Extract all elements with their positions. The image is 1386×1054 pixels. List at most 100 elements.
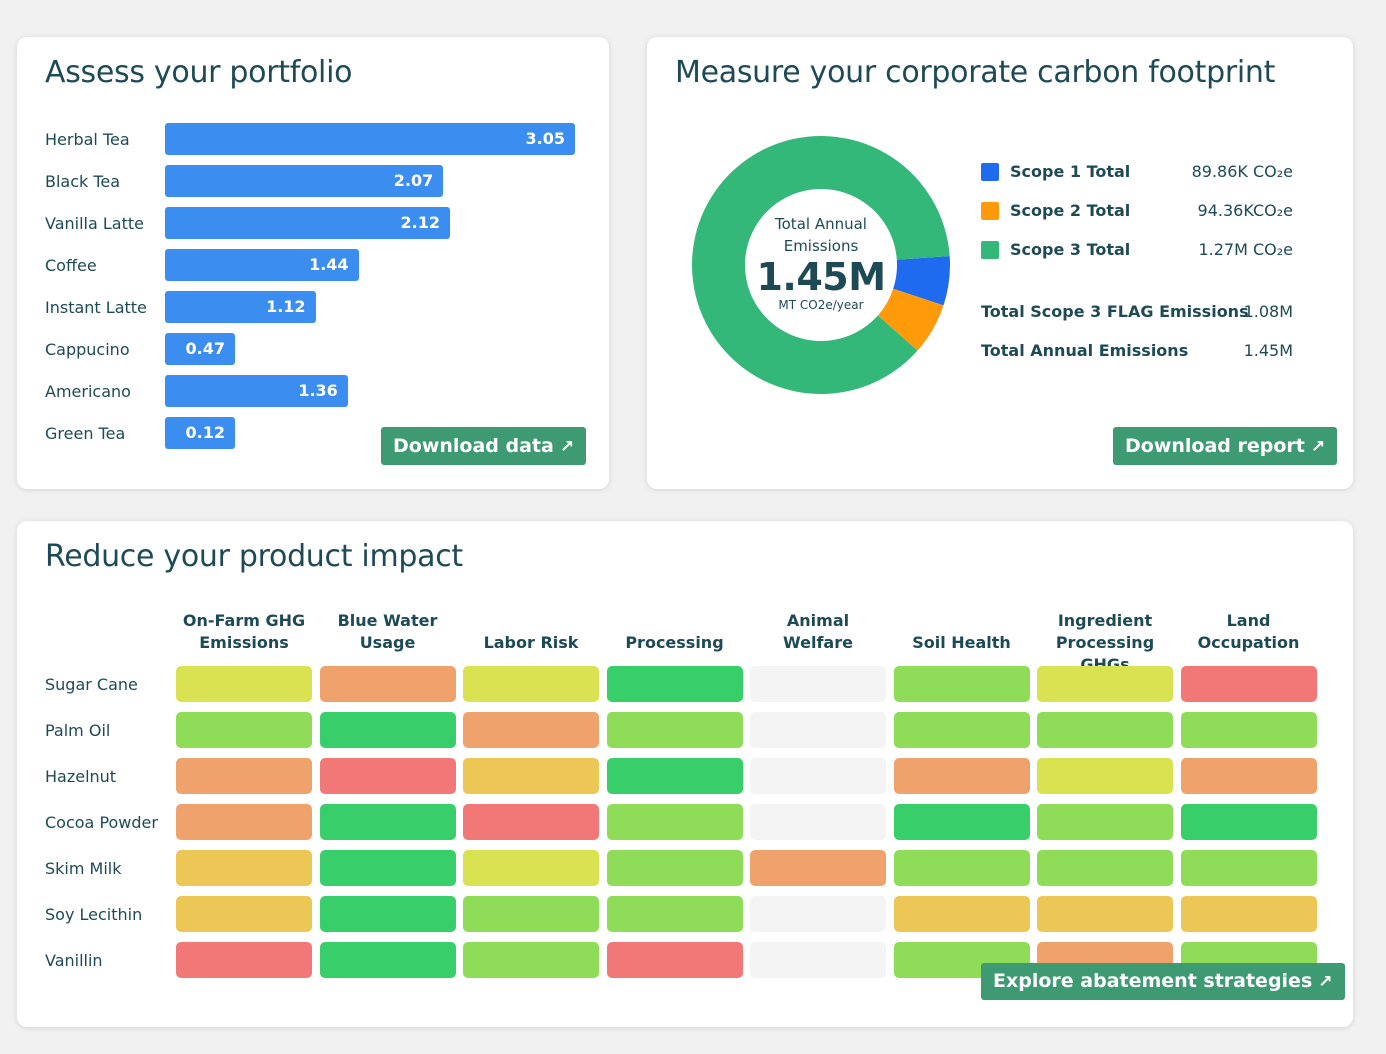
bar[interactable]: 0.12 bbox=[165, 417, 235, 449]
download-report-button[interactable]: Download report ↗ bbox=[1113, 427, 1338, 465]
column-header: On-Farm GHG Emissions bbox=[174, 610, 314, 654]
heatmap-cell[interactable] bbox=[893, 804, 1030, 840]
heatmap-cell[interactable] bbox=[893, 850, 1030, 886]
heatmap-cell[interactable] bbox=[463, 712, 599, 748]
heatmap-cell[interactable] bbox=[750, 712, 886, 748]
column-header: Soil Health bbox=[892, 610, 1032, 654]
heatmap-cell[interactable] bbox=[176, 712, 312, 748]
donut-center-unit: MT CO2e/year bbox=[778, 298, 864, 312]
legend-item: Scope 2 Total 94.36KCO₂e bbox=[981, 200, 1293, 222]
heatmap-cell[interactable] bbox=[893, 666, 1030, 702]
heatmap-cell[interactable] bbox=[606, 758, 743, 794]
explore-abatement-button[interactable]: Explore abatement strategies ↗ bbox=[981, 963, 1345, 1000]
heatmap-cell[interactable] bbox=[750, 666, 886, 702]
heatmap-cell[interactable] bbox=[176, 850, 312, 886]
heatmap-cell[interactable] bbox=[176, 804, 312, 840]
external-arrow-icon: ↗ bbox=[1318, 972, 1333, 992]
row-label: Skim Milk bbox=[45, 859, 122, 878]
heatmap-cell[interactable] bbox=[176, 666, 312, 702]
heatmap-cell[interactable] bbox=[463, 666, 599, 702]
heatmap-cell[interactable] bbox=[463, 850, 599, 886]
total-row: Total Annual Emissions 1.45M bbox=[981, 340, 1293, 362]
heatmap-cell[interactable] bbox=[319, 896, 456, 932]
column-header-line1: Ingredient bbox=[1057, 611, 1153, 630]
heatmap-cell[interactable] bbox=[606, 850, 743, 886]
legend-swatch bbox=[981, 202, 999, 220]
legend-value: 1.27M CO₂e bbox=[1198, 240, 1293, 259]
column-header-line1: Animal bbox=[786, 611, 850, 630]
heatmap-cell[interactable] bbox=[1180, 850, 1317, 886]
heatmap-cell[interactable] bbox=[319, 712, 456, 748]
heatmap-cell[interactable] bbox=[1037, 758, 1173, 794]
heatmap-cell[interactable] bbox=[893, 896, 1030, 932]
bar[interactable]: 1.12 bbox=[165, 291, 316, 323]
legend-label: Scope 2 Total bbox=[1010, 201, 1131, 220]
heatmap-cell[interactable] bbox=[1037, 896, 1173, 932]
column-header-line2: Soil Health bbox=[912, 633, 1011, 652]
heatmap-cell[interactable] bbox=[319, 942, 456, 978]
heatmap-cell[interactable] bbox=[176, 758, 312, 794]
heatmap-cell[interactable] bbox=[176, 896, 312, 932]
heatmap-cell[interactable] bbox=[750, 804, 886, 840]
heatmap-cell[interactable] bbox=[606, 942, 743, 978]
explore-abatement-label: Explore abatement strategies bbox=[993, 970, 1313, 992]
heatmap-cell[interactable] bbox=[606, 666, 743, 702]
download-data-button[interactable]: Download data ↗ bbox=[381, 427, 587, 465]
download-report-label: Download report bbox=[1125, 435, 1305, 457]
heatmap-cell[interactable] bbox=[1180, 804, 1317, 840]
row-label: Soy Lecithin bbox=[45, 905, 143, 924]
external-arrow-icon: ↗ bbox=[1310, 437, 1326, 457]
heatmap-cell[interactable] bbox=[463, 942, 599, 978]
bar[interactable]: 1.36 bbox=[165, 375, 348, 407]
bar-value-label: 1.12 bbox=[266, 297, 306, 316]
bar[interactable]: 1.44 bbox=[165, 249, 359, 281]
impact-title: Reduce your product impact bbox=[45, 539, 463, 574]
row-label: Cocoa Powder bbox=[45, 813, 158, 832]
bar-value-label: 0.12 bbox=[185, 423, 225, 442]
heatmap-cell[interactable] bbox=[1180, 896, 1317, 932]
bar-label: Herbal Tea bbox=[45, 130, 130, 149]
heatmap-cell[interactable] bbox=[750, 850, 886, 886]
heatmap-cell[interactable] bbox=[750, 896, 886, 932]
heatmap-cell[interactable] bbox=[893, 758, 1030, 794]
bar-label: Instant Latte bbox=[45, 298, 147, 317]
legend-item: Scope 1 Total 89.86K CO₂e bbox=[981, 161, 1293, 183]
heatmap-cell[interactable] bbox=[606, 712, 743, 748]
heatmap-cell[interactable] bbox=[176, 942, 312, 978]
heatmap-cell[interactable] bbox=[1180, 758, 1317, 794]
bar[interactable]: 3.05 bbox=[165, 123, 575, 155]
heatmap-cell[interactable] bbox=[463, 804, 599, 840]
heatmap-cell[interactable] bbox=[1180, 666, 1317, 702]
bar-label: Vanilla Latte bbox=[45, 214, 144, 233]
heatmap-cell[interactable] bbox=[893, 712, 1030, 748]
heatmap-cell[interactable] bbox=[1037, 666, 1173, 702]
heatmap-cell[interactable] bbox=[463, 758, 599, 794]
column-header-line2: Usage bbox=[359, 633, 416, 652]
heatmap-cell[interactable] bbox=[319, 666, 456, 702]
heatmap-cell[interactable] bbox=[1037, 712, 1173, 748]
bar[interactable]: 0.47 bbox=[165, 333, 235, 365]
heatmap-cell[interactable] bbox=[319, 850, 456, 886]
heatmap-cell[interactable] bbox=[319, 758, 456, 794]
portfolio-title: Assess your portfolio bbox=[45, 55, 353, 90]
heatmap-cell[interactable] bbox=[606, 804, 743, 840]
bar[interactable]: 2.07 bbox=[165, 165, 444, 197]
heatmap-cell[interactable] bbox=[750, 942, 886, 978]
heatmap-cell[interactable] bbox=[1037, 850, 1173, 886]
heatmap-cell[interactable] bbox=[463, 896, 599, 932]
legend-swatch bbox=[981, 163, 999, 181]
column-header-line1: Blue Water bbox=[337, 611, 438, 630]
bar-label: Coffee bbox=[45, 256, 97, 275]
heatmap-cell[interactable] bbox=[1037, 804, 1173, 840]
bar-label: Green Tea bbox=[45, 424, 126, 443]
total-row: Total Scope 3 FLAG Emissions 1.08M bbox=[981, 301, 1293, 323]
heatmap-cell[interactable] bbox=[319, 804, 456, 840]
heatmap-cell[interactable] bbox=[1180, 712, 1317, 748]
total-value: 1.45M bbox=[1243, 341, 1293, 360]
column-header-line2: Processing bbox=[625, 633, 724, 652]
heatmap-cell[interactable] bbox=[606, 896, 743, 932]
total-value: 1.08M bbox=[1243, 302, 1293, 321]
column-header: Processing bbox=[605, 610, 745, 654]
bar[interactable]: 2.12 bbox=[165, 207, 450, 239]
heatmap-cell[interactable] bbox=[750, 758, 886, 794]
